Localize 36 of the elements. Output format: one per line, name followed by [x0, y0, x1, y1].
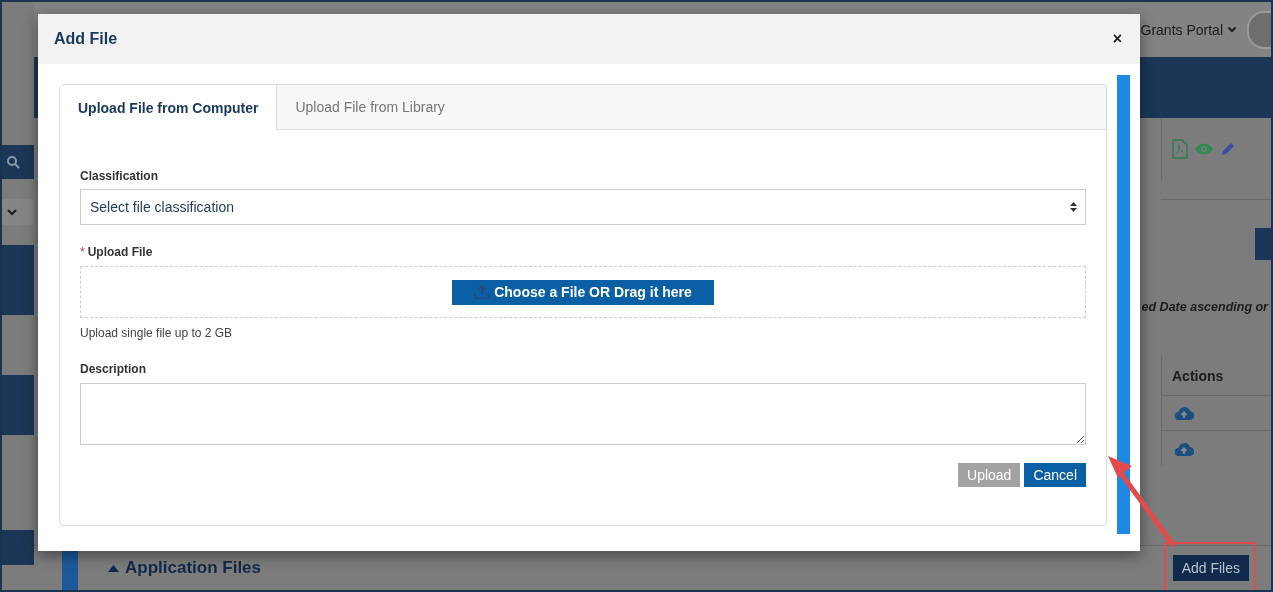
tab[interactable]: Upload File from Computer [60, 85, 278, 130]
tab[interactable]: Upload File from Library [277, 85, 463, 129]
sort-arrows-icon [1070, 201, 1077, 213]
chevron-down-icon [1227, 26, 1237, 33]
scrollbar[interactable] [1117, 75, 1130, 534]
classification-select[interactable]: Select file classification [80, 189, 1086, 225]
pencil-icon[interactable] [1220, 141, 1236, 157]
close-button[interactable]: × [1110, 30, 1124, 48]
sidebar-dropdown[interactable] [2, 199, 34, 225]
choose-file-button[interactable]: Choose a File OR Drag it here [452, 279, 714, 305]
sidebar-item[interactable] [2, 530, 34, 565]
filter-button[interactable] [1255, 228, 1271, 260]
chevron-down-icon[interactable] [6, 208, 18, 216]
eye-icon[interactable] [1194, 142, 1214, 156]
pdf-file-icon[interactable] [1172, 139, 1188, 159]
sort-note: ed Date ascending or [1141, 300, 1268, 314]
description-field[interactable] [80, 383, 1086, 445]
sidebar-search-button[interactable] [2, 145, 34, 179]
cancel-button[interactable]: Cancel [1024, 463, 1086, 487]
add-files-button[interactable]: Add Files [1172, 555, 1249, 581]
field-label: Description [80, 362, 147, 376]
upload-icon [474, 285, 491, 299]
cloud-upload-icon[interactable] [1174, 440, 1194, 457]
dialog-title: Add File [54, 30, 118, 48]
cloud-upload-icon[interactable] [1174, 405, 1194, 421]
search-icon[interactable] [6, 155, 20, 169]
section-title[interactable]: Application Files [108, 558, 262, 578]
field-label: * Upload File [80, 245, 154, 259]
sidebar-item[interactable] [2, 375, 34, 435]
field-label: Classification [80, 169, 160, 183]
upload-hint: Upload single file up to 2 GB [80, 326, 234, 340]
drop-zone[interactable]: Choose a File OR Drag it here [80, 266, 1086, 318]
column-header: Actions [1172, 367, 1224, 384]
avatar[interactable] [1247, 10, 1271, 49]
portal-menu[interactable]: Grants Portal [1140, 21, 1237, 38]
sidebar-item[interactable] [2, 245, 34, 315]
